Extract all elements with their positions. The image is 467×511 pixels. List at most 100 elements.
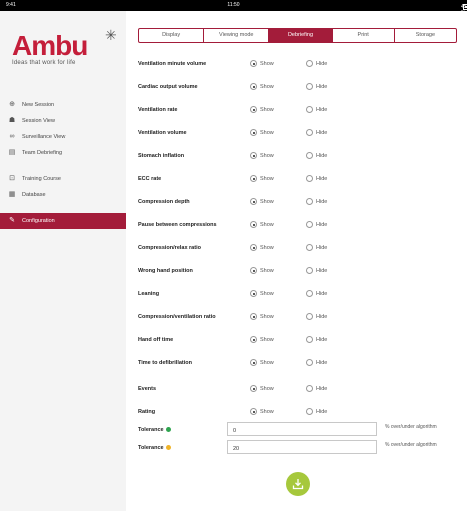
hide-radio[interactable]: Hide — [306, 106, 327, 113]
hide-label: Hide — [316, 198, 328, 205]
show-radio[interactable]: Show — [250, 175, 274, 182]
radio-unselected-icon — [306, 198, 313, 205]
hide-label: Hide — [316, 129, 328, 136]
tolerance-green-row: Tolerance % over/under algorithm — [138, 422, 467, 436]
tab-display[interactable]: Display — [139, 29, 205, 42]
radio-unselected-icon — [306, 106, 313, 113]
show-label: Show — [260, 221, 274, 228]
radio-unselected-icon — [306, 267, 313, 274]
hide-radio[interactable]: Hide — [306, 290, 327, 297]
hide-radio[interactable]: Hide — [306, 385, 327, 392]
show-radio[interactable]: Show — [250, 359, 274, 366]
hide-label: Hide — [316, 290, 328, 297]
tab-debriefing[interactable]: Debriefing — [269, 29, 333, 42]
show-label: Show — [260, 60, 274, 67]
option-row: Compression/relax ratio Show Hide — [138, 243, 458, 255]
show-radio[interactable]: Show — [250, 267, 274, 274]
show-radio[interactable]: Show — [250, 83, 274, 90]
option-row: Stomach inflation Show Hide — [138, 151, 458, 163]
show-radio[interactable]: Show — [250, 408, 274, 415]
radio-selected-icon — [250, 336, 257, 343]
person-icon: ☗ — [8, 117, 16, 124]
sidebar-menu: ⊕ New Session ☗ Session View ∞ Surveilla… — [0, 97, 126, 229]
hide-radio[interactable]: Hide — [306, 244, 327, 251]
radio-unselected-icon — [306, 244, 313, 251]
show-label: Show — [260, 359, 274, 366]
hide-radio[interactable]: Hide — [306, 60, 327, 67]
sidebar-item-new-session[interactable]: ⊕ New Session — [0, 97, 126, 113]
plus-circle-icon: ⊕ — [9, 101, 15, 108]
hide-radio[interactable]: Hide — [306, 198, 327, 205]
sidebar-item-configuration[interactable]: ✎ Configuration — [0, 213, 126, 229]
hide-label: Hide — [316, 106, 328, 113]
tab-viewing-mode[interactable]: Viewing mode — [204, 29, 270, 42]
show-radio[interactable]: Show — [250, 129, 274, 136]
option-label: Stomach inflation — [138, 153, 185, 159]
hide-radio[interactable]: Hide — [306, 336, 327, 343]
hide-radio[interactable]: Hide — [306, 221, 327, 228]
tolerance-green-input[interactable] — [227, 422, 377, 436]
hide-label: Hide — [316, 175, 328, 182]
hide-label: Hide — [316, 313, 328, 320]
show-label: Show — [260, 336, 274, 343]
option-label: Hand off time — [138, 337, 174, 343]
show-radio[interactable]: Show — [250, 198, 274, 205]
option-row: Time to defibrillation Show Hide — [138, 358, 458, 370]
option-row: Cardiac output volume Show Hide — [138, 82, 458, 94]
sidebar-item-database[interactable]: ▦ Database — [0, 187, 126, 203]
show-radio[interactable]: Show — [250, 60, 274, 67]
option-row: Ventilation volume Show Hide — [138, 128, 458, 140]
hide-radio[interactable]: Hide — [306, 129, 327, 136]
battery-icon — [463, 4, 467, 10]
tolerance-yellow-input[interactable] — [227, 440, 377, 454]
sidebar-item-label: New Session — [22, 102, 55, 108]
tolerance-hint: % over/under algorithm — [385, 424, 437, 430]
hide-radio[interactable]: Hide — [306, 359, 327, 366]
show-radio[interactable]: Show — [250, 152, 274, 159]
wrench-icon: ✎ — [9, 217, 15, 224]
option-row: ECC rate Show Hide — [138, 174, 458, 186]
show-radio[interactable]: Show — [250, 313, 274, 320]
radio-selected-icon — [250, 290, 257, 297]
hide-label: Hide — [316, 359, 328, 366]
sidebar-item-label: Team Debriefing — [22, 150, 63, 156]
hide-radio[interactable]: Hide — [306, 83, 327, 90]
option-label: Ventilation volume — [138, 130, 187, 136]
sidebar-item-session-view[interactable]: ☗ Session View — [0, 113, 126, 129]
sidebar-item-training-course[interactable]: ⊡ Training Course — [0, 171, 126, 187]
radio-selected-icon — [250, 313, 257, 320]
sidebar-item-team-debriefing[interactable]: ▤ Team Debriefing — [0, 145, 126, 161]
show-label: Show — [260, 244, 274, 251]
hide-radio[interactable]: Hide — [306, 313, 327, 320]
show-radio[interactable]: Show — [250, 106, 274, 113]
radio-selected-icon — [250, 129, 257, 136]
hide-radio[interactable]: Hide — [306, 267, 327, 274]
sidebar-item-label: Training Course — [22, 176, 61, 182]
show-radio[interactable]: Show — [250, 385, 274, 392]
tab-storage[interactable]: Storage — [395, 29, 456, 42]
option-label: Time to defibrillation — [138, 360, 192, 366]
radio-unselected-icon — [306, 408, 313, 415]
option-label: Leaning — [138, 291, 160, 297]
tolerance-hint: % over/under algorithm — [385, 442, 437, 448]
show-label: Show — [260, 83, 274, 90]
option-row: Compression depth Show Hide — [138, 197, 458, 209]
option-label: Compression/relax ratio — [138, 245, 201, 251]
show-radio[interactable]: Show — [250, 290, 274, 297]
option-label: Cardiac output volume — [138, 84, 198, 90]
show-radio[interactable]: Show — [250, 221, 274, 228]
hide-radio[interactable]: Hide — [306, 152, 327, 159]
show-radio[interactable]: Show — [250, 336, 274, 343]
sidebar-item-label: Database — [22, 192, 46, 198]
show-label: Show — [260, 267, 274, 274]
hide-radio[interactable]: Hide — [306, 175, 327, 182]
show-radio[interactable]: Show — [250, 244, 274, 251]
radio-selected-icon — [250, 60, 257, 67]
tab-print[interactable]: Print — [333, 29, 395, 42]
save-button[interactable] — [286, 472, 310, 496]
option-row: Ventilation rate Show Hide — [138, 105, 458, 117]
hide-radio[interactable]: Hide — [306, 408, 327, 415]
yellow-dot-icon — [165, 445, 171, 451]
sidebar-item-surveillance-view[interactable]: ∞ Surveillance View — [0, 129, 126, 145]
radio-unselected-icon — [306, 83, 313, 90]
